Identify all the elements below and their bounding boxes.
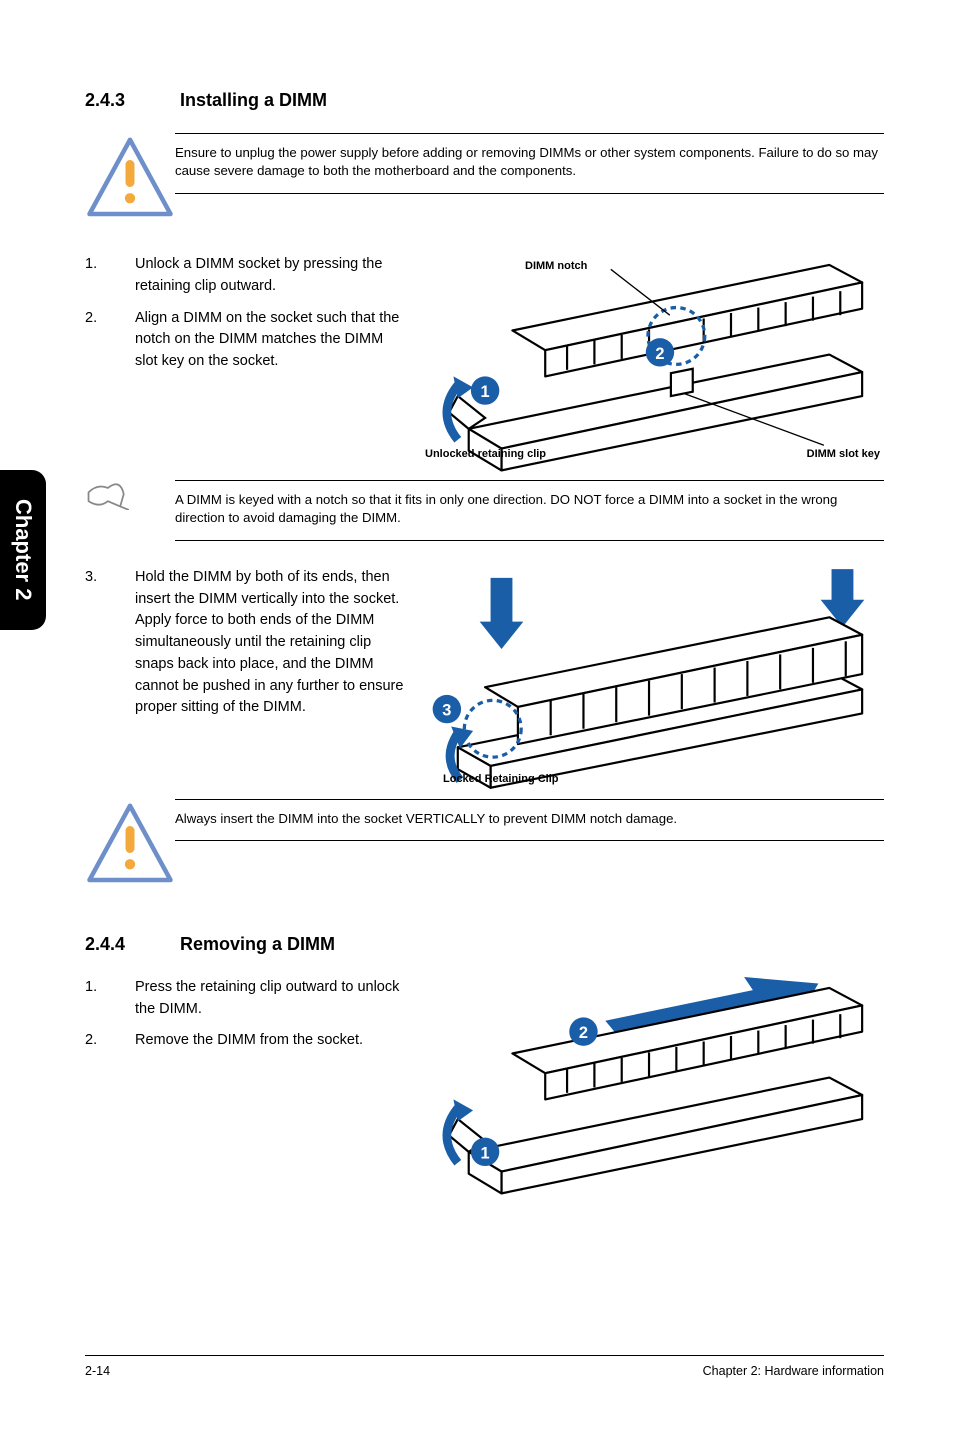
svg-text:1: 1 — [481, 383, 490, 401]
remove-steps: 1. Press the retaining clip outward to u… — [85, 977, 405, 1052]
svg-text:1: 1 — [481, 1144, 490, 1162]
note-icon — [85, 480, 175, 515]
section-number: 2.4.3 — [85, 90, 175, 111]
caution-icon — [85, 799, 175, 894]
diagram-remove: 1 2 — [425, 977, 884, 1177]
section-number: 2.4.4 — [85, 934, 175, 955]
section-title: Installing a DIMM — [180, 90, 327, 110]
step-num: 3. — [85, 567, 135, 719]
label-slot-key: DIMM slot key — [807, 448, 880, 460]
section-title: Removing a DIMM — [180, 934, 335, 954]
caution-callout-1: Ensure to unplug the power supply before… — [85, 133, 884, 228]
remove-steps-row: 1. Press the retaining clip outward to u… — [85, 977, 884, 1177]
steps-1-2-row: 1. Unlock a DIMM socket by pressing the … — [85, 254, 884, 454]
svg-text:2: 2 — [579, 1024, 588, 1042]
step-num: 1. — [85, 254, 135, 298]
step-2: 2. Align a DIMM on the socket such that … — [85, 308, 405, 373]
step-num: 2. — [85, 308, 135, 373]
install-step-3: 3. Hold the DIMM by both of its ends, th… — [85, 567, 405, 719]
chapter-side-tab: Chapter 2 — [0, 470, 46, 630]
note-callout: A DIMM is keyed with a notch so that it … — [85, 480, 884, 541]
svg-text:2: 2 — [655, 345, 664, 363]
footer-page-number: 2-14 — [85, 1364, 110, 1378]
step-num: 2. — [85, 1030, 135, 1052]
note-text: A DIMM is keyed with a notch so that it … — [175, 480, 884, 541]
label-unlocked-clip: Unlocked retaining clip — [425, 448, 546, 460]
footer-chapter-label: Chapter 2: Hardware information — [703, 1364, 884, 1378]
label-locked-clip: Locked Retaining Clip — [443, 773, 559, 785]
label-dimm-notch: DIMM notch — [525, 260, 587, 272]
chapter-side-tab-label: Chapter 2 — [10, 499, 36, 600]
step-text: Align a DIMM on the socket such that the… — [135, 308, 405, 373]
install-steps-1-2: 1. Unlock a DIMM socket by pressing the … — [85, 254, 405, 373]
diagram-unlock: 1 2 DIMM notch Unlocked retaining clip D… — [425, 254, 884, 454]
step-text: Press the retaining clip outward to unlo… — [135, 977, 405, 1021]
step-text: Unlock a DIMM socket by pressing the ret… — [135, 254, 405, 298]
remove-step-2: 2. Remove the DIMM from the socket. — [85, 1030, 405, 1052]
caution-icon — [85, 133, 175, 228]
step-1: 1. Unlock a DIMM socket by pressing the … — [85, 254, 405, 298]
page-footer: 2-14 Chapter 2: Hardware information — [85, 1355, 884, 1378]
step-num: 1. — [85, 977, 135, 1021]
diagram-insert: 3 Locked Retaining Clip — [425, 567, 884, 777]
caution-text-2: Always insert the DIMM into the socket V… — [175, 799, 884, 841]
section-heading-244: 2.4.4 Removing a DIMM — [85, 934, 884, 955]
caution-callout-2: Always insert the DIMM into the socket V… — [85, 799, 884, 894]
section-heading-243: 2.4.3 Installing a DIMM — [85, 90, 884, 111]
remove-step-1: 1. Press the retaining clip outward to u… — [85, 977, 405, 1021]
caution-text: Ensure to unplug the power supply before… — [175, 133, 884, 194]
step-3: 3. Hold the DIMM by both of its ends, th… — [85, 567, 405, 719]
svg-text:3: 3 — [442, 702, 451, 720]
step-3-row: 3. Hold the DIMM by both of its ends, th… — [85, 567, 884, 777]
step-text: Remove the DIMM from the socket. — [135, 1030, 405, 1052]
step-text: Hold the DIMM by both of its ends, then … — [135, 567, 405, 719]
